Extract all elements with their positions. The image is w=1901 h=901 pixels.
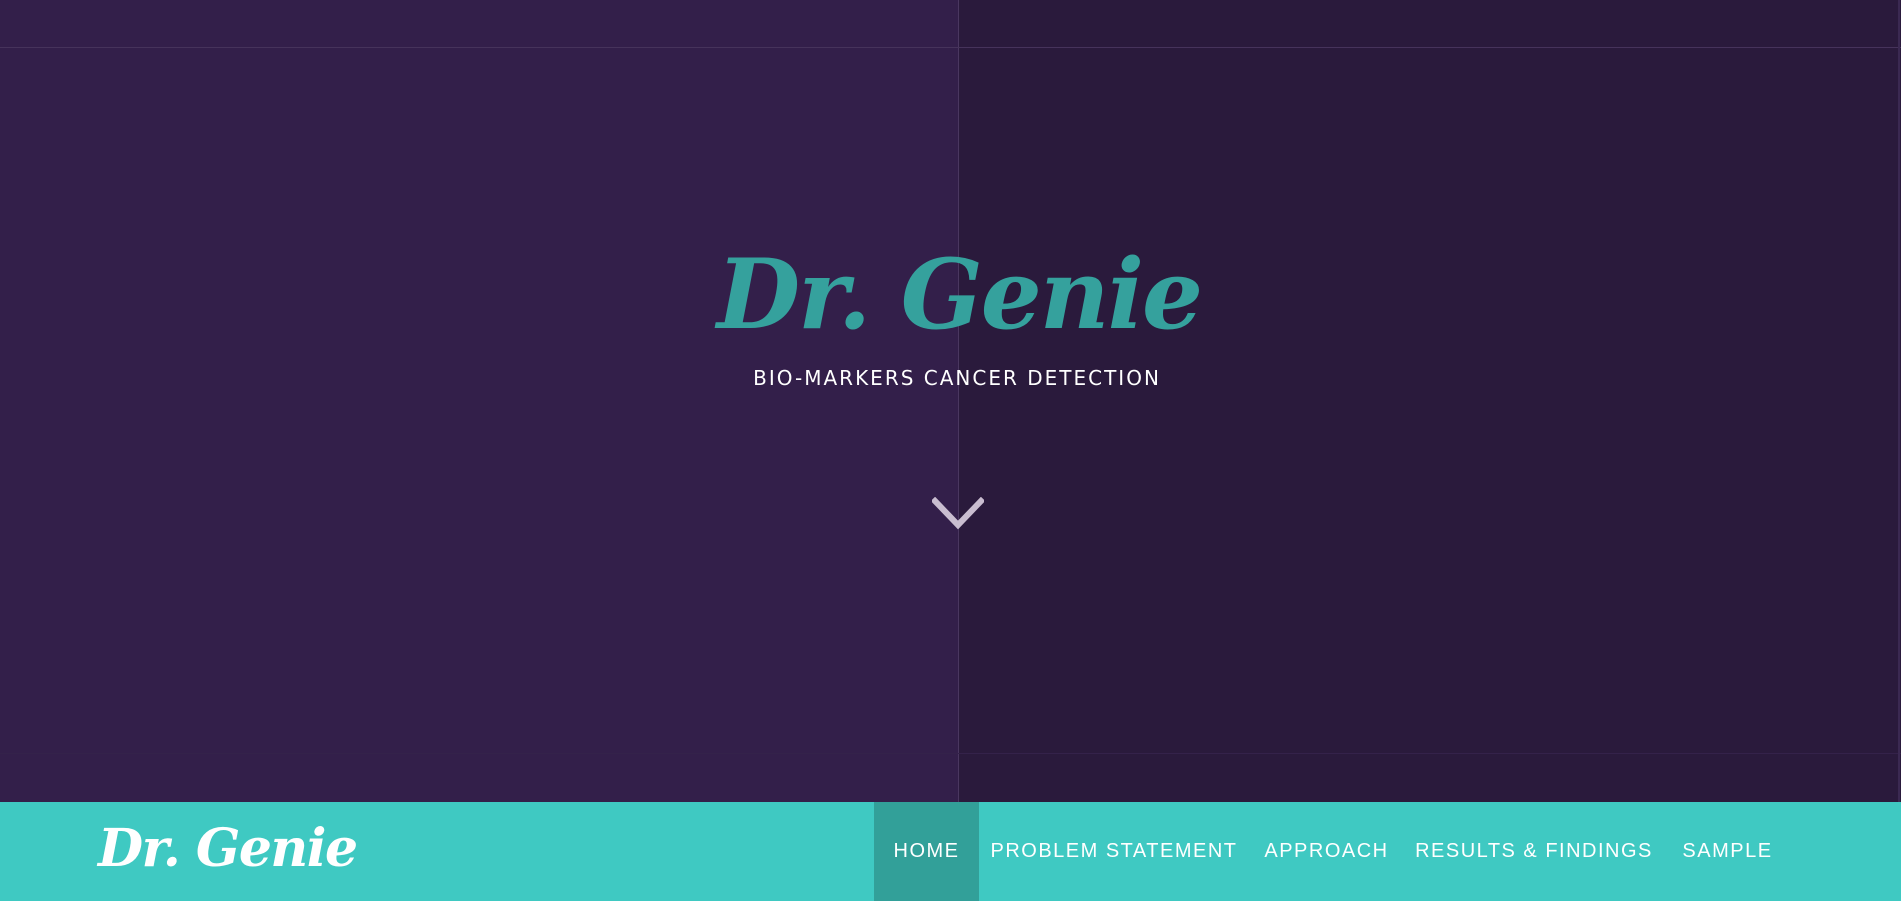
- brand-logo[interactable]: Dr. Genie: [98, 818, 358, 879]
- scroll-down-button[interactable]: [930, 492, 986, 540]
- hero-divider-top: [0, 47, 1901, 48]
- hero-divider-bottom: [0, 753, 1901, 754]
- nav-item-home[interactable]: HOME: [874, 802, 979, 901]
- hero-divider-vertical: [958, 0, 959, 802]
- nav-item-results-findings[interactable]: RESULTS & FINDINGS: [1404, 802, 1664, 901]
- hero-right-edge: [1898, 0, 1900, 802]
- chevron-down-icon: [930, 496, 986, 536]
- hero-subtitle: BIO-MARKERS CANCER DETECTION: [753, 366, 1161, 390]
- hero-right-panel: [959, 0, 1901, 802]
- nav-item-approach[interactable]: APPROACH: [1249, 802, 1404, 901]
- nav-item-sample[interactable]: SAMPLE: [1664, 802, 1791, 901]
- hero-title: Dr. Genie: [716, 238, 1203, 351]
- hero-section: Dr. Genie BIO-MARKERS CANCER DETECTION: [0, 0, 1901, 802]
- hero-left-panel: [0, 0, 958, 802]
- nav-item-problem-statement[interactable]: PROBLEM STATEMENT: [979, 802, 1249, 901]
